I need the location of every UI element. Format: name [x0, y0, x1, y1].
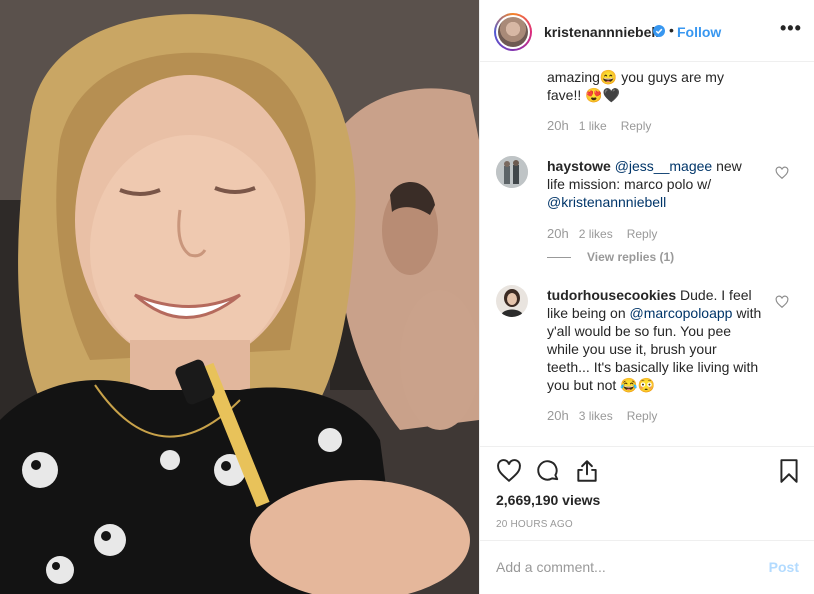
emoji: 😍🖤	[585, 87, 621, 103]
comment-bubble-icon[interactable]	[535, 458, 561, 484]
view-count[interactable]: 2,669,190 views	[496, 492, 600, 508]
like-comment-heart-icon[interactable]	[775, 295, 789, 309]
replies-divider-line	[547, 257, 571, 259]
follow-button[interactable]: Follow	[677, 24, 721, 40]
mention-link[interactable]: @marcopoloapp	[630, 305, 733, 321]
reply-button[interactable]: Reply	[627, 409, 658, 423]
separator-dot: •	[669, 22, 674, 38]
comment-text: haystowe @jess__magee new life mission: …	[547, 157, 762, 211]
comment-meta: 20h 3 likes Reply	[547, 408, 671, 423]
post-comment-button[interactable]: Post	[769, 559, 799, 575]
more-options-icon[interactable]: •••	[780, 18, 802, 39]
profile-avatar[interactable]	[494, 13, 532, 51]
view-replies-label: View replies (1)	[587, 250, 675, 264]
comment-likes[interactable]: 2 likes	[579, 227, 613, 241]
mention-link[interactable]: @jess__magee	[615, 158, 713, 174]
comment-time[interactable]: 20h	[547, 226, 569, 241]
commenter-avatar[interactable]	[496, 156, 528, 188]
commenter-username[interactable]: tudorhousecookies	[547, 287, 676, 303]
emoji: 😄	[599, 69, 618, 85]
comment-text-part: amazing	[547, 69, 600, 85]
comment-meta: 20h 1 like Reply	[547, 118, 665, 133]
comment-text: amazing😄 you guys are my fave!! 😍🖤	[547, 68, 747, 104]
view-replies-button[interactable]: View replies (1)	[547, 250, 674, 264]
avatar-image	[498, 17, 528, 47]
avatar-image	[496, 285, 528, 317]
comments-list[interactable]: amazing😄 you guys are my fave!! 😍🖤 20h 1 …	[480, 63, 814, 446]
mention-link[interactable]: @kristenannniebell	[547, 194, 666, 210]
post-timestamp[interactable]: 20 HOURS AGO	[496, 519, 573, 530]
comment-input[interactable]: Add a comment...	[496, 559, 606, 575]
bookmark-icon[interactable]	[776, 458, 802, 484]
commenter-username[interactable]: haystowe	[547, 158, 611, 174]
comment-time[interactable]: 20h	[547, 408, 569, 423]
commenter-avatar[interactable]	[496, 285, 528, 317]
like-heart-icon[interactable]	[496, 458, 522, 484]
comment-time[interactable]: 20h	[547, 118, 569, 133]
comment-likes[interactable]: 3 likes	[579, 409, 613, 423]
emoji: 😂😳	[620, 377, 656, 393]
like-comment-heart-icon[interactable]	[775, 166, 789, 180]
reply-button[interactable]: Reply	[627, 227, 658, 241]
comment-likes[interactable]: 1 like	[579, 119, 607, 133]
video-player[interactable]	[0, 0, 479, 594]
video-frame	[0, 0, 479, 594]
post-side-panel: kristenannniebell • Follow ••• amazing😄 …	[479, 0, 814, 594]
post-actions: 2,669,190 views 20 HOURS AGO	[480, 446, 814, 546]
username-link[interactable]: kristenannniebell	[544, 24, 659, 40]
comment-text: tudorhousecookies Dude. I feel like bein…	[547, 286, 762, 394]
add-comment-bar: Add a comment... Post	[480, 540, 814, 594]
verified-badge-icon	[653, 25, 665, 37]
comment-meta: 20h 2 likes Reply	[547, 226, 671, 241]
reply-button[interactable]: Reply	[621, 119, 652, 133]
avatar-image	[496, 156, 528, 188]
post-header: kristenannniebell • Follow •••	[480, 0, 814, 62]
share-icon[interactable]	[574, 458, 600, 484]
